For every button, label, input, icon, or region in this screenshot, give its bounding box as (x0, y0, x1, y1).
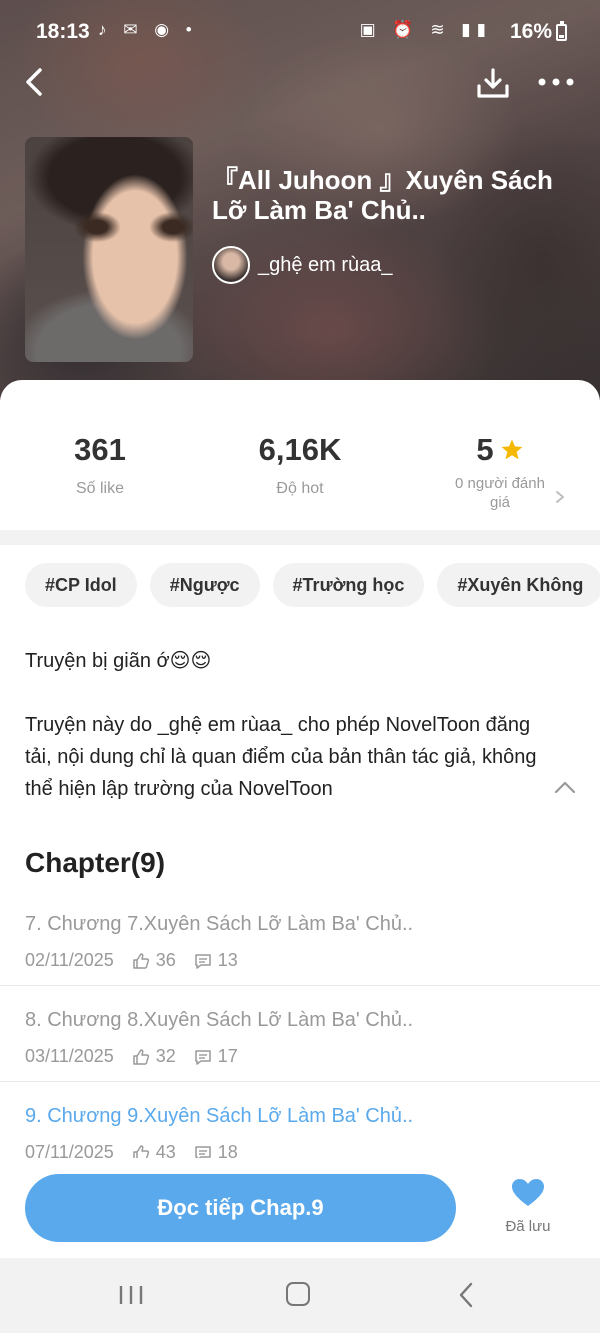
chevron-up-icon[interactable] (554, 779, 576, 795)
author-avatar (212, 246, 250, 284)
rating-label: 0 người đánh giá (455, 475, 545, 511)
chapter-comments: 17 (217, 1046, 238, 1066)
chapter-item[interactable]: 8. Chương 8.Xuyên Sách Lỡ Làm Ba' Chủ.. … (0, 986, 600, 1082)
stat-likes: 361 Số like (0, 432, 200, 498)
thumbs-up-icon (133, 952, 149, 969)
back-arrow-icon (26, 68, 42, 96)
stats-card: 361 Số like 6,16K Độ hot 5 0 người đánh … (0, 380, 600, 530)
system-nav-bar (0, 1258, 600, 1333)
saved-button[interactable]: Đã lưu (490, 1178, 566, 1235)
likes-value: 361 (74, 432, 126, 467)
heart-icon (512, 1179, 544, 1206)
author-name: _ghệ em rùaa_ (258, 253, 393, 276)
chapter-comments: 13 (217, 950, 238, 970)
battery-icon (556, 21, 567, 41)
chapter-meta: 02/11/2025 36 13 (25, 950, 238, 971)
comment-icon (195, 1049, 211, 1065)
chapter-date: 02/11/2025 (25, 950, 114, 970)
chapter-meta: 03/11/2025 32 17 (25, 1046, 238, 1067)
back-button[interactable] (20, 64, 56, 100)
system-icons: ▣ ⏰ ≋ ▮▮ (359, 20, 492, 39)
likes-label: Số like (75, 480, 125, 497)
status-bar: 18:13 ♪ ✉ ◉ • ▣ ⏰ ≋ ▮▮ 16% (0, 0, 600, 64)
more-icon (538, 78, 574, 86)
more-button[interactable] (536, 70, 576, 94)
main-content: #CP Idol #Ngược #Trường học #Xuyên Không… (0, 545, 600, 1165)
nav-back-icon[interactable] (458, 1282, 474, 1308)
chapter-likes: 32 (155, 1046, 176, 1066)
continue-reading-button[interactable]: Đọc tiếp Chap.9 (25, 1174, 456, 1242)
tag-list: #CP Idol #Ngược #Trường học #Xuyên Không (25, 563, 600, 607)
tag-cp-idol[interactable]: #CP Idol (25, 563, 137, 607)
tag-truong-hoc[interactable]: #Trường học (272, 563, 425, 607)
chapter-title: 8. Chương 8.Xuyên Sách Lỡ Làm Ba' Chủ.. (25, 1009, 414, 1031)
chapter-item-current[interactable]: 9. Chương 9.Xuyên Sách Lỡ Làm Ba' Chủ.. … (0, 1082, 600, 1165)
chapter-heading: Chapter(9) (25, 847, 166, 878)
book-cover (25, 137, 193, 362)
chapter-likes: 36 (155, 950, 176, 970)
chapter-date: 03/11/2025 (25, 1046, 114, 1066)
bottom-action-bar: Đọc tiếp Chap.9 Đã lưu (0, 1158, 600, 1258)
tag-nguoc[interactable]: #Ngược (149, 563, 260, 607)
notification-icons: ♪ ✉ ◉ • (98, 20, 198, 39)
tag-xuyen-khong[interactable]: #Xuyên Không (437, 563, 600, 607)
thumbs-up-icon (133, 1048, 149, 1065)
description-disclaimer: Truyện này do _ghệ em rùaa_ cho phép Nov… (25, 714, 537, 800)
book-title: 『All Juhoon 』Xuyên Sách Lỡ Làm Ba' Chủ.. (212, 165, 553, 225)
download-button[interactable] (474, 64, 512, 102)
stat-rating[interactable]: 5 0 người đánh giá (400, 432, 600, 512)
chapter-item[interactable]: 7. Chương 7.Xuyên Sách Lỡ Làm Ba' Chủ.. … (0, 890, 600, 986)
recent-apps-icon[interactable] (118, 1284, 144, 1306)
hot-label: Độ hot (276, 480, 324, 497)
comment-icon (195, 953, 211, 969)
chapter-list: 7. Chương 7.Xuyên Sách Lỡ Làm Ba' Chủ.. … (0, 890, 600, 1165)
battery-percent: 16% (509, 20, 552, 43)
status-time: 18:13 (36, 20, 90, 43)
author[interactable]: _ghệ em rùaa_ (212, 246, 393, 284)
saved-label: Đã lưu (505, 1218, 551, 1235)
download-icon (477, 68, 509, 98)
chapter-title: 7. Chương 7.Xuyên Sách Lỡ Làm Ba' Chủ.. (25, 913, 414, 935)
home-icon[interactable] (286, 1282, 310, 1306)
stat-hot: 6,16K Độ hot (200, 432, 400, 498)
chapter-title: 9. Chương 9.Xuyên Sách Lỡ Làm Ba' Chủ.. (25, 1105, 414, 1127)
description-line1: Truyện bị giãn ớ😌😌 (25, 650, 212, 672)
rating-value: 5 (476, 432, 494, 467)
star-icon (501, 439, 523, 460)
hot-value: 6,16K (258, 432, 342, 467)
chevron-right-icon[interactable] (555, 490, 565, 504)
